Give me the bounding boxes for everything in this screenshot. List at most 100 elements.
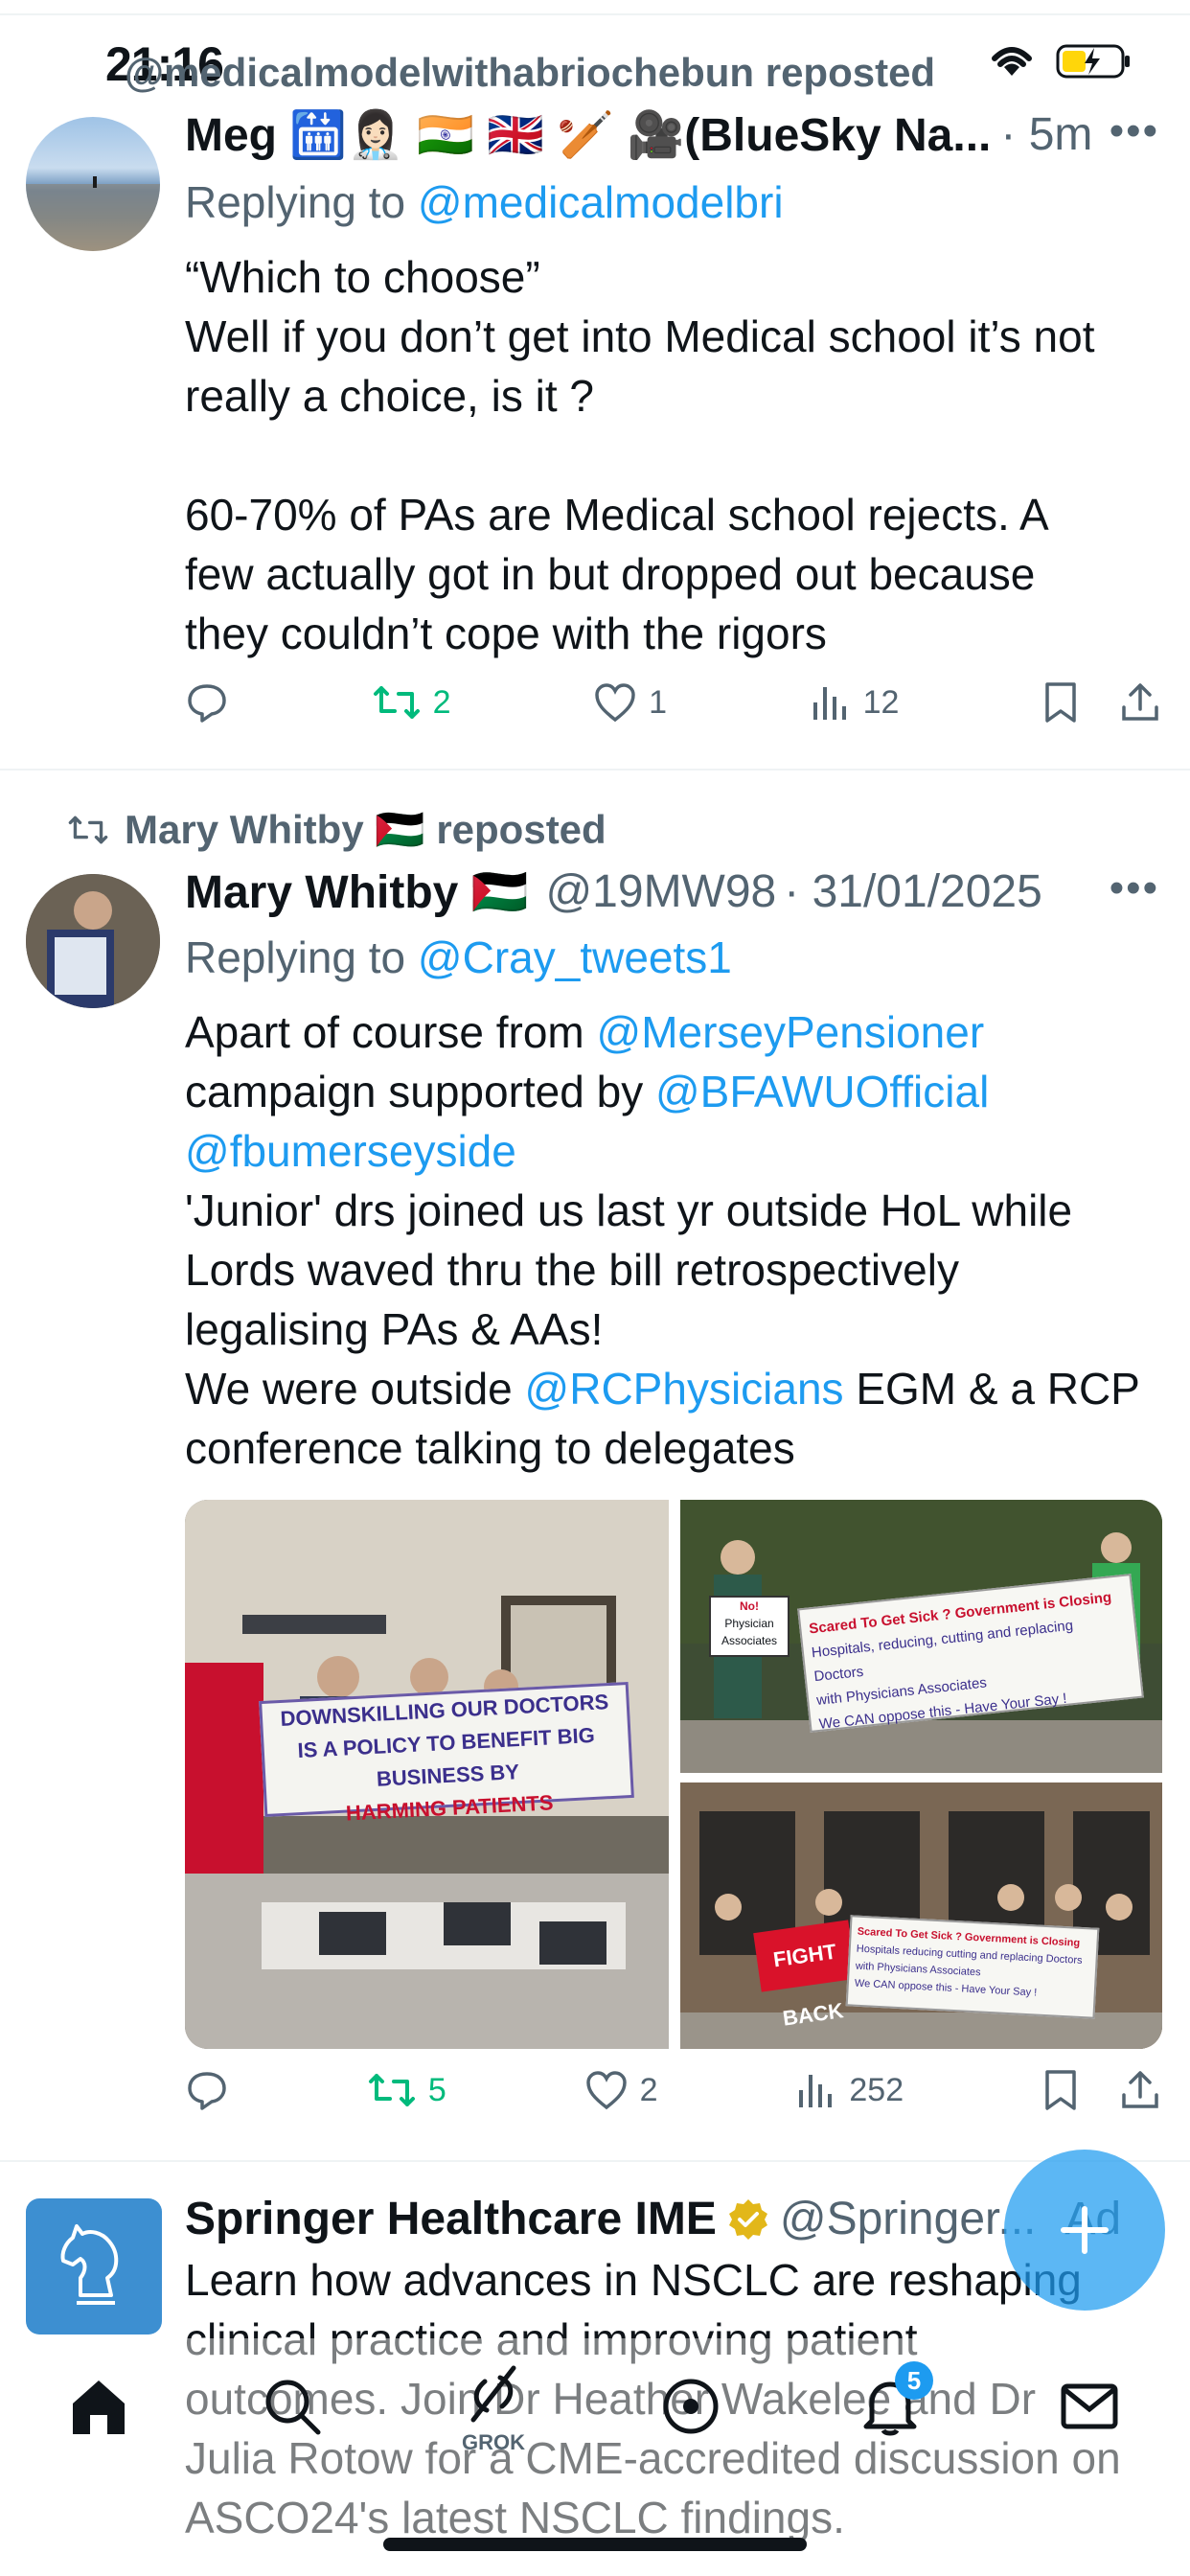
share-icon[interactable] <box>1118 2068 1162 2112</box>
repost-indicator[interactable]: Mary Whitby 🇵🇸 reposted <box>68 807 606 854</box>
reply-handle-link[interactable]: @Cray_tweets1 <box>418 932 732 982</box>
tweet-text-segment: Apart of course from <box>185 1007 597 1057</box>
tweet-line: 'Junior' drs joined us last yr outside H… <box>185 1185 1073 1235</box>
like-count: 2 <box>639 2071 658 2108</box>
tweet-actions: 2 1 12 <box>185 680 1162 724</box>
retweet-icon <box>373 686 420 719</box>
tweet-line: We were outside @RCPhysicians EGM & a RC… <box>185 1359 1162 1418</box>
reply-context: Replying to @medicalmodelbri <box>185 172 1162 232</box>
grok-tab[interactable]: GROK <box>460 2362 527 2455</box>
user-handle[interactable]: @19MW98 <box>545 865 776 918</box>
tweet-line: they couldn’t cope with the rigors <box>185 609 827 658</box>
tweet-text-segment: We were outside <box>185 1364 525 1414</box>
knight-logo-icon <box>60 2224 119 2305</box>
tweet-line: legalising PAs & AAs! <box>185 1304 604 1354</box>
plus-icon <box>1061 2206 1109 2254</box>
user-handle[interactable]: @Springer... <box>780 2193 1037 2245</box>
verified-badge-icon <box>728 2198 767 2240</box>
avatar[interactable] <box>26 874 160 1008</box>
retweet-icon <box>68 816 108 844</box>
sign-line: Associates <box>721 1634 778 1647</box>
display-name[interactable]: Mary Whitby 🇵🇸 <box>185 864 528 919</box>
search-icon[interactable] <box>261 2375 324 2438</box>
bookmark-icon[interactable] <box>1041 2068 1080 2112</box>
reply-handle-link[interactable]: @medicalmodelbri <box>418 177 784 227</box>
wifi-icon <box>992 47 1032 76</box>
grok-icon <box>470 2365 516 2423</box>
advertiser-logo[interactable] <box>26 2198 162 2334</box>
protest-sign: No! Physician Associates <box>709 1596 790 1657</box>
home-icon[interactable] <box>67 2375 130 2438</box>
messages-icon[interactable] <box>1058 2375 1121 2438</box>
reply-button[interactable] <box>185 2068 229 2112</box>
tweet-text-segment: campaign supported by <box>185 1067 655 1116</box>
views-count: 12 <box>862 683 900 721</box>
beach-photo <box>26 176 160 251</box>
tweet-header: Meg 🛗👩🏻‍⚕️ 🇮🇳 🇬🇧 🏏 🎥(BlueSky Na... · 5m <box>185 107 1092 162</box>
bookmark-icon[interactable] <box>1041 680 1080 724</box>
profile-photo <box>26 874 160 1008</box>
repost-indicator[interactable]: @medicalmodelwithabriochebun reposted <box>125 50 935 96</box>
tweet-line: “Which to choose” <box>185 252 540 302</box>
tweet-line: Lords waved thru the bill retrospectivel… <box>185 1245 959 1295</box>
tweet-line: 60-70% of PAs are Medical school rejects… <box>185 490 1049 540</box>
sign-line: Physician <box>724 1617 774 1630</box>
more-options-icon[interactable]: ••• <box>1110 864 1159 912</box>
heart-icon <box>595 683 635 723</box>
reply-icon <box>188 684 226 723</box>
reply-icon <box>188 2072 226 2110</box>
replying-to-label: Replying to <box>185 932 406 982</box>
tweet-blank-line <box>185 426 1162 485</box>
tweet-text: “Which to choose” Well if you don’t get … <box>185 247 1162 663</box>
tweet-actions: 5 2 252 <box>185 2068 1162 2112</box>
spaces-icon[interactable] <box>659 2375 722 2438</box>
views-count: 252 <box>849 2071 904 2108</box>
mention-link[interactable]: @fbumerseyside <box>185 1126 516 1176</box>
tweet-line: @fbumerseyside <box>185 1121 1162 1181</box>
display-name[interactable]: Springer Healthcare IME <box>185 2193 717 2245</box>
tweet-header: Mary Whitby 🇵🇸 @19MW98 · 31/01/2025 <box>185 864 1042 919</box>
notifications-tab[interactable]: 5 <box>858 2361 933 2438</box>
tweet-line: few actually got in but dropped out beca… <box>185 549 1036 599</box>
tweet-time[interactable]: · 5m <box>1000 108 1092 161</box>
views-button[interactable]: 252 <box>795 2069 904 2111</box>
replying-to-label: Replying to <box>185 177 406 227</box>
share-icon[interactable] <box>1118 680 1162 724</box>
retweet-button[interactable]: 5 <box>367 2068 446 2112</box>
mention-link[interactable]: @MerseyPensioner <box>597 1007 985 1057</box>
tweet-photo-1[interactable]: DOWNSKILLING OUR DOCTORS IS A POLICY TO … <box>185 1500 669 2049</box>
repost-text: @medicalmodelwithabriochebun reposted <box>125 50 936 95</box>
tweet-text-segment: EGM & a RCP <box>843 1364 1140 1414</box>
home-indicator[interactable] <box>383 2538 807 2551</box>
tweet-date[interactable]: · 31/01/2025 <box>784 865 1042 918</box>
protest-banner: Scared To Get Sick ? Government is Closi… <box>845 1915 1100 2019</box>
tweet-line: Apart of course from @MerseyPensioner <box>185 1002 1162 1062</box>
retweet-button[interactable]: 2 <box>372 680 451 724</box>
status-icons <box>987 42 1133 80</box>
mention-link[interactable]: @BFAWUOfficial <box>655 1067 989 1116</box>
tweet-line: Well if you don’t get into Medical schoo… <box>185 311 1095 361</box>
tweet-text: Apart of course from @MerseyPensioner ca… <box>185 1002 1162 1478</box>
repost-text: Mary Whitby 🇵🇸 reposted <box>125 807 606 852</box>
views-icon <box>812 687 846 720</box>
views-icon <box>799 2075 833 2107</box>
notification-badge: 5 <box>895 2361 933 2400</box>
reply-button[interactable] <box>185 680 229 724</box>
compose-button[interactable] <box>1004 2150 1165 2311</box>
like-button[interactable]: 1 <box>593 681 667 724</box>
display-name[interactable]: Meg 🛗👩🏻‍⚕️ 🇮🇳 🇬🇧 🏏 🎥(BlueSky Na... <box>185 107 991 162</box>
grok-label: GROK <box>462 2430 525 2454</box>
tweet-photo-3[interactable]: FIGHT BACK Scared To Get Sick ? Governme… <box>680 1782 1162 2049</box>
battery-icon <box>1056 44 1130 79</box>
retweet-icon <box>368 2074 415 2106</box>
more-options-icon[interactable]: ••• <box>1110 107 1159 155</box>
retweet-count: 2 <box>432 683 451 721</box>
like-button[interactable]: 2 <box>584 2069 658 2111</box>
heart-icon <box>585 2071 627 2110</box>
tweet-photo-2[interactable]: No! Physician Associates Scared To Get S… <box>680 1500 1162 1773</box>
mention-link[interactable]: @RCPhysicians <box>525 1364 844 1414</box>
tweet-line: really a choice, is it ? <box>185 371 594 421</box>
avatar[interactable] <box>26 117 160 251</box>
tweet-line: campaign supported by @BFAWUOfficial <box>185 1062 1162 1121</box>
views-button[interactable]: 12 <box>810 681 900 724</box>
